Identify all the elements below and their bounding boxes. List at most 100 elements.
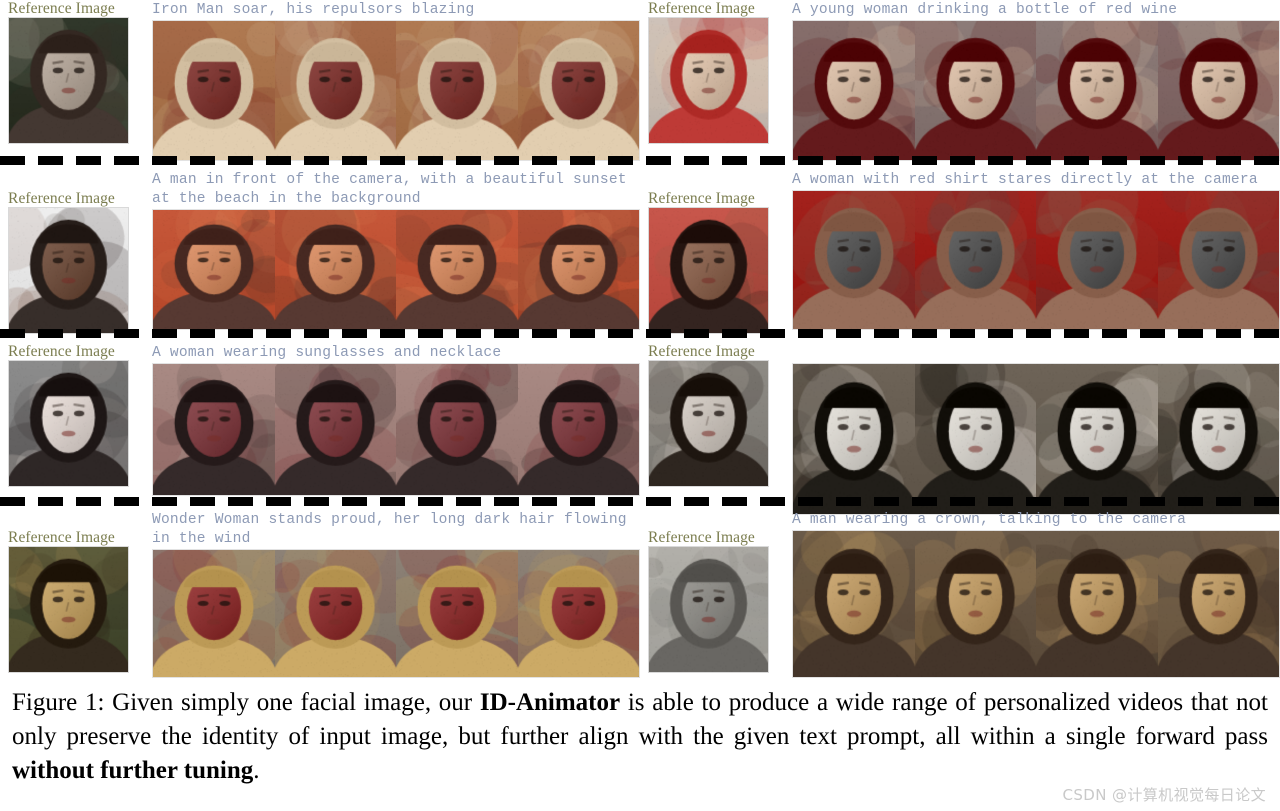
generated-frame[interactable]: [1157, 364, 1279, 514]
generated-frame-strip[interactable]: [792, 363, 1280, 515]
reference-image-label: Reference Image: [648, 190, 755, 207]
reference-image-label: Reference Image: [648, 0, 755, 17]
reference-column: Reference Image: [8, 529, 148, 699]
generated-frame[interactable]: [793, 191, 915, 329]
prompt-text: A man wearing a crown, talking to the ca…: [792, 512, 1187, 528]
example-cell: Reference Image A man wearing a crown, t…: [640, 510, 1280, 680]
generated-frame[interactable]: [914, 531, 1036, 677]
prompt-text: Wonder Woman stands proud, her long dark…: [152, 512, 636, 547]
reference-column: Reference Image: [8, 190, 148, 352]
reference-image-thumbnail[interactable]: [648, 360, 769, 488]
reference-column: Reference Image: [648, 0, 788, 163]
generated-frame[interactable]: [914, 191, 1036, 329]
generated-frame[interactable]: [914, 21, 1036, 160]
reference-column: Reference Image: [648, 343, 788, 498]
generated-frame[interactable]: [793, 531, 915, 677]
example-cell: Reference Image A woman with red shirt s…: [640, 170, 1280, 335]
generated-frame[interactable]: [153, 364, 275, 495]
generated-frame[interactable]: [153, 210, 275, 329]
reference-image-thumbnail[interactable]: [8, 17, 129, 145]
reference-image-thumbnail[interactable]: [648, 546, 769, 674]
generated-strip-column: A woman wearing sunglasses and necklace: [152, 343, 640, 498]
generated-frame[interactable]: [396, 210, 518, 329]
generated-frame[interactable]: [517, 364, 639, 495]
generated-frame[interactable]: [517, 21, 639, 160]
generated-strip-column: A woman with red shirt stares directly a…: [792, 170, 1280, 332]
generated-frame-strip[interactable]: [792, 190, 1280, 330]
generated-strip-column: Wonder Woman stands proud, her long dark…: [152, 510, 640, 680]
generated-frame[interactable]: [793, 21, 915, 160]
reference-image-thumbnail[interactable]: [648, 17, 769, 145]
row-divider: [0, 329, 1280, 338]
generated-frame[interactable]: [793, 364, 915, 514]
generated-frame[interactable]: [1036, 531, 1158, 677]
generated-frame-strip[interactable]: [152, 20, 640, 161]
prompt-text: A woman with red shirt stares directly a…: [792, 172, 1258, 188]
generated-frame[interactable]: [396, 21, 518, 160]
generated-frame[interactable]: [274, 21, 396, 160]
reference-image-label: Reference Image: [8, 190, 115, 207]
generated-frame[interactable]: [153, 21, 275, 160]
generated-strip-column: [792, 362, 1280, 517]
reference-column: Reference Image: [8, 343, 148, 498]
generated-frame[interactable]: [1157, 191, 1279, 329]
reference-image-label: Reference Image: [8, 529, 115, 546]
figure-row-band: Reference Image Wonder Woman stands prou…: [0, 510, 1280, 680]
example-cell: Reference Image A man in front of the ca…: [0, 170, 640, 335]
generated-frame[interactable]: [1157, 531, 1279, 677]
example-cell: Reference Image Iron Man soar, his repul…: [0, 0, 640, 163]
example-cell: Reference Image Wonder Woman stands prou…: [0, 510, 640, 680]
generated-frame-strip[interactable]: [152, 363, 640, 496]
generated-frame-strip[interactable]: [792, 530, 1280, 678]
generated-frame[interactable]: [274, 550, 396, 677]
row-divider: [0, 156, 1280, 165]
figure-row-band: Reference Image Iron Man soar, his repul…: [0, 0, 1280, 163]
reference-image-label: Reference Image: [648, 529, 755, 546]
caption-prefix: Figure 1: Given simply one facial image,…: [12, 689, 480, 716]
reference-image-thumbnail[interactable]: [8, 360, 129, 488]
generated-frame-strip[interactable]: [152, 209, 640, 330]
generated-frame[interactable]: [396, 364, 518, 495]
reference-column: Reference Image: [648, 190, 788, 352]
figure-panel: Reference Image Iron Man soar, his repul…: [0, 0, 1280, 686]
generated-frame[interactable]: [1157, 21, 1279, 160]
generated-frame[interactable]: [517, 210, 639, 329]
caption-suffix: .: [253, 757, 260, 784]
generated-frame[interactable]: [517, 550, 639, 677]
example-cell: Reference Image A young woman drinking a…: [640, 0, 1280, 163]
generated-frame[interactable]: [396, 550, 518, 677]
generated-strip-column: A man wearing a crown, talking to the ca…: [792, 510, 1280, 680]
prompt-text: A young woman drinking a bottle of red w…: [792, 2, 1178, 18]
figure-row-band: Reference Image A woman wearing sunglass…: [0, 343, 1280, 515]
prompt-text: Iron Man soar, his repulsors blazing: [152, 2, 475, 18]
figure-row-band: Reference Image A man in front of the ca…: [0, 170, 1280, 335]
generated-frame-strip[interactable]: [152, 549, 640, 678]
generated-frame[interactable]: [1036, 364, 1158, 514]
prompt-text: A woman wearing sunglasses and necklace: [152, 345, 502, 361]
generated-frame[interactable]: [274, 364, 396, 495]
reference-column: Reference Image: [8, 0, 148, 163]
reference-column: Reference Image: [648, 529, 788, 699]
generated-strip-column: A young woman drinking a bottle of red w…: [792, 0, 1280, 163]
generated-frame-strip[interactable]: [792, 20, 1280, 161]
generated-frame[interactable]: [153, 550, 275, 677]
reference-image-label: Reference Image: [8, 0, 115, 17]
row-divider: [0, 497, 1280, 506]
caption-bold-emphasis: without further tuning: [12, 757, 254, 784]
prompt-text: A man in front of the camera, with a bea…: [152, 172, 636, 207]
generated-frame[interactable]: [914, 364, 1036, 514]
reference-image-label: Reference Image: [648, 343, 755, 360]
example-cell: Reference Image: [640, 343, 1280, 515]
generated-frame[interactable]: [1036, 191, 1158, 329]
reference-image-thumbnail[interactable]: [648, 207, 769, 335]
reference-image-label: Reference Image: [8, 343, 115, 360]
example-cell: Reference Image A woman wearing sunglass…: [0, 343, 640, 498]
reference-image-thumbnail[interactable]: [8, 546, 129, 674]
csdn-watermark: CSDN @计算机视觉每日论文: [1062, 786, 1266, 804]
generated-frame[interactable]: [1036, 21, 1158, 160]
reference-image-thumbnail[interactable]: [8, 207, 129, 335]
generated-frame[interactable]: [274, 210, 396, 329]
generated-strip-column: Iron Man soar, his repulsors blazing: [152, 0, 640, 163]
generated-strip-column: A man in front of the camera, with a bea…: [152, 170, 640, 332]
caption-bold-model-name: ID-Animator: [479, 689, 621, 716]
